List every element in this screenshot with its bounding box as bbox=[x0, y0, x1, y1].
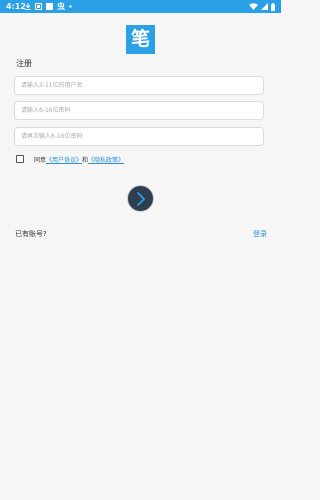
register-submit-button[interactable] bbox=[127, 185, 154, 212]
signal-icon bbox=[261, 3, 268, 10]
download-icon bbox=[25, 3, 31, 10]
password-input[interactable] bbox=[14, 101, 264, 120]
login-link[interactable]: 登录 bbox=[253, 229, 267, 239]
agreement-prefix: 同意 bbox=[34, 156, 47, 164]
status-time: 4:12 bbox=[6, 2, 26, 11]
system-icons bbox=[249, 0, 275, 13]
app-icon: 虫 bbox=[57, 2, 65, 11]
agreement-checkbox[interactable] bbox=[16, 155, 24, 163]
app-logo: 笔 bbox=[126, 25, 155, 54]
battery-icon bbox=[271, 2, 275, 11]
status-bar: 4:12 虫 bbox=[0, 0, 281, 13]
confirm-password-input[interactable] bbox=[14, 127, 264, 146]
user-agreement-link[interactable]: 《用户协议》 bbox=[46, 155, 82, 164]
dot-icon bbox=[69, 5, 72, 8]
privacy-policy-link[interactable]: 《隐私政策》 bbox=[88, 155, 124, 164]
square-icon bbox=[46, 3, 53, 10]
chevron-right-icon bbox=[136, 191, 145, 206]
username-input[interactable] bbox=[14, 76, 264, 95]
agreement-row: 同意 《用户协议》 和 《隐私政策》 bbox=[16, 154, 124, 164]
app-icon bbox=[35, 3, 42, 10]
have-account-text: 已有账号? bbox=[15, 230, 47, 238]
wifi-icon bbox=[249, 3, 258, 10]
page-title: 注册 bbox=[16, 59, 32, 68]
notification-icons: 虫 bbox=[25, 0, 72, 13]
